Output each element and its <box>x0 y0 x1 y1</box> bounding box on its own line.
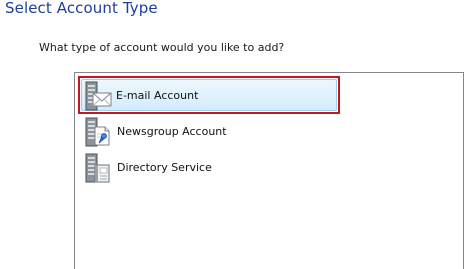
list-item-email-account[interactable]: E-mail Account <box>78 76 340 114</box>
account-type-list[interactable]: E-mail Account Newsgroup Account Directo… <box>74 72 464 269</box>
list-item-directory-service[interactable]: Directory Service <box>79 152 339 186</box>
page-title: Select Account Type <box>5 0 158 17</box>
directory-service-label: Directory Service <box>117 161 212 174</box>
email-account-label: E-mail Account <box>116 89 199 102</box>
account-type-prompt: What type of account would you like to a… <box>39 41 285 54</box>
newsgroup-account-label: Newsgroup Account <box>117 125 227 138</box>
newsgroup-server-icon <box>81 116 113 148</box>
list-item-newsgroup-account[interactable]: Newsgroup Account <box>79 116 339 150</box>
email-server-icon <box>81 80 113 112</box>
directory-server-icon <box>81 152 113 184</box>
